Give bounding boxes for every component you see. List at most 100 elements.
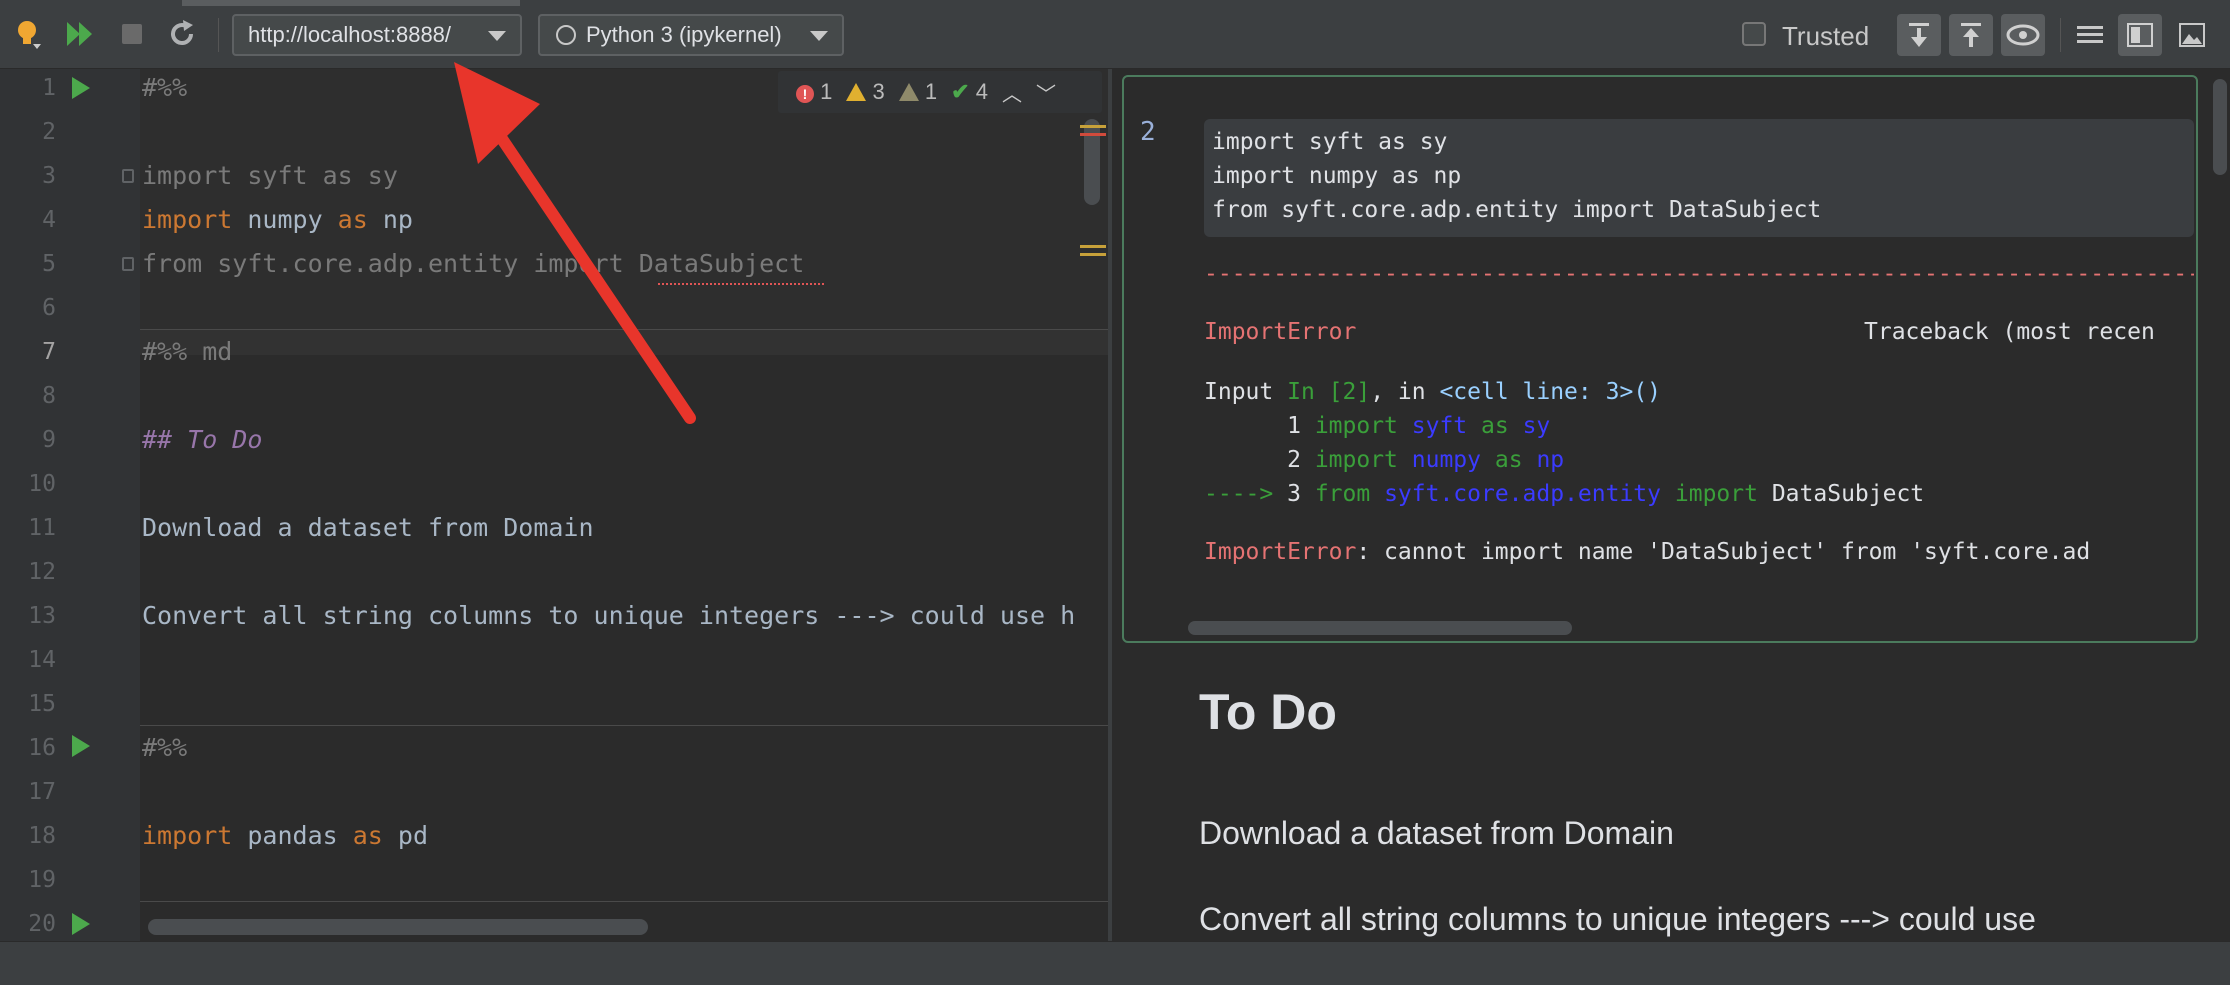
list-icon (2077, 26, 2103, 43)
line-number: 7 (42, 339, 56, 365)
cell-marker: #%% (142, 733, 188, 762)
code-line: ## To Do (142, 425, 263, 454)
traceback-label: Traceback (most recen (1864, 319, 2155, 345)
run-cell-icon[interactable] (72, 913, 90, 935)
ok-count: ✔ 4 (951, 79, 988, 104)
code-line: Download a dataset from Domain (142, 513, 594, 542)
traceback-line: ----> 3 from syft.core.adp.entity import… (1204, 481, 1925, 507)
run-all-icon[interactable] (64, 18, 96, 50)
fold-icon[interactable] (122, 257, 134, 271)
notebook-toolbar: http://localhost:8888/ Python 3 (ipykern… (0, 0, 2230, 69)
download-icon (1909, 23, 1929, 47)
line-number: 8 (42, 383, 56, 409)
output-horizontal-scrollbar[interactable] (1188, 621, 1572, 635)
markdown-paragraph: Convert all string columns to unique int… (1199, 901, 2036, 937)
upload-icon (1961, 23, 1981, 47)
preview-toggle-button[interactable] (2001, 14, 2045, 56)
traceback-line: 1 import syft as sy (1287, 413, 1551, 439)
traceback-input-ref: Input In [2], in <cell line: 3>() (1204, 379, 1662, 405)
line-number-gutter: 1 2 3 4 5 6 7 8 9 10 11 12 13 14 15 16 1… (0, 69, 140, 941)
warning-icon (846, 83, 867, 101)
line-number: 15 (28, 691, 56, 717)
preview-scrollbar-track (2210, 69, 2230, 941)
error-marker (1080, 133, 1106, 136)
check-icon: ✔ (951, 79, 970, 104)
toolbar-separator (218, 18, 219, 52)
inspection-widget[interactable]: ! 1 3 1 ✔ 4 ︿ ﹀ (778, 71, 1102, 113)
line-number: 11 (28, 515, 56, 541)
download-button[interactable] (1897, 14, 1941, 56)
editor-only-button[interactable] (2068, 14, 2112, 56)
line-number: 12 (28, 559, 56, 585)
markdown-heading: To Do (1199, 684, 1337, 740)
preview-only-button[interactable] (2170, 14, 2214, 56)
run-cell-icon[interactable] (72, 735, 90, 757)
line-number: 17 (28, 779, 56, 805)
upload-button[interactable] (1949, 14, 1993, 56)
cell-separator (140, 725, 1108, 726)
line-number: 13 (28, 603, 56, 629)
chevron-down-icon (810, 31, 828, 41)
restart-icon[interactable] (166, 18, 198, 50)
line-number: 4 (42, 207, 56, 233)
horizontal-scrollbar[interactable] (148, 919, 648, 935)
line-number: 5 (42, 251, 56, 277)
output-cell[interactable]: 2 import syft as sy import numpy as np f… (1122, 75, 2198, 643)
input-line: from syft.core.adp.entity import DataSub… (1212, 197, 1822, 223)
preview-vertical-scrollbar[interactable] (2213, 79, 2227, 175)
error-icon: ! (796, 85, 814, 103)
line-number: 14 (28, 647, 56, 673)
chevron-up-icon[interactable]: ︿ (1002, 78, 1022, 107)
stop-icon[interactable] (116, 18, 148, 50)
run-cell-icon[interactable] (72, 77, 90, 99)
weak-warning-icon (898, 83, 919, 101)
split-view-icon (2127, 23, 2153, 47)
line-number: 19 (28, 867, 56, 893)
warning-count: 3 (846, 79, 885, 105)
lightbulb-icon[interactable] (12, 18, 44, 50)
line-number: 6 (42, 295, 56, 321)
vertical-scrollbar[interactable] (1084, 119, 1100, 205)
markdown-paragraph: Download a dataset from Domain (1199, 815, 1674, 851)
input-code-area: import syft as sy import numpy as np fro… (1204, 119, 2194, 237)
line-number: 18 (28, 823, 56, 849)
server-url-text: http://localhost:8888/ (248, 22, 452, 47)
warning-marker (1080, 253, 1106, 256)
error-message: ImportError: cannot import name 'DataSub… (1204, 539, 2091, 565)
warning-marker (1080, 245, 1106, 248)
code-line: import pandas as pd (142, 821, 428, 850)
warning-marker (1080, 125, 1106, 128)
toolbar-separator (2060, 18, 2061, 52)
server-url-dropdown[interactable]: http://localhost:8888/ (232, 14, 522, 56)
cell-marker: #%% (142, 73, 188, 102)
kernel-name: Python 3 (ipykernel) (586, 22, 782, 47)
line-number: 10 (28, 471, 56, 497)
traceback-line: 2 import numpy as np (1287, 447, 1565, 473)
code-line: Convert all string columns to unique int… (142, 601, 1076, 630)
cell-separator (140, 901, 1108, 902)
execution-count: 2 (1140, 117, 1156, 147)
line-number: 16 (28, 735, 56, 761)
status-bar (0, 941, 2230, 985)
traceback-separator: ----------------------------------------… (1204, 261, 2194, 287)
cell-marker: #%% md (142, 337, 233, 366)
trusted-checkbox[interactable] (1742, 22, 1766, 46)
red-arrow-annotation (454, 62, 696, 424)
chevron-down-icon[interactable]: ﹀ (1036, 78, 1056, 107)
error-count: ! 1 (796, 79, 832, 105)
notebook-preview: 2 import syft as sy import numpy as np f… (1112, 69, 2210, 941)
line-number: 2 (42, 119, 56, 145)
kernel-status-icon (556, 25, 576, 45)
line-number: 1 (42, 75, 56, 101)
code-line: import syft as sy (142, 161, 398, 190)
code-line: import numpy as np (142, 205, 413, 234)
weak-warning-count: 1 (898, 79, 937, 105)
error-name: ImportError (1204, 319, 1357, 345)
split-view-button[interactable] (2118, 14, 2162, 56)
fold-icon[interactable] (122, 169, 134, 183)
window-tab-indicator (182, 0, 520, 6)
chevron-down-icon (488, 31, 506, 41)
kernel-dropdown[interactable]: Python 3 (ipykernel) (538, 14, 844, 56)
eye-icon (2006, 24, 2040, 46)
input-line: import numpy as np (1212, 163, 1462, 189)
